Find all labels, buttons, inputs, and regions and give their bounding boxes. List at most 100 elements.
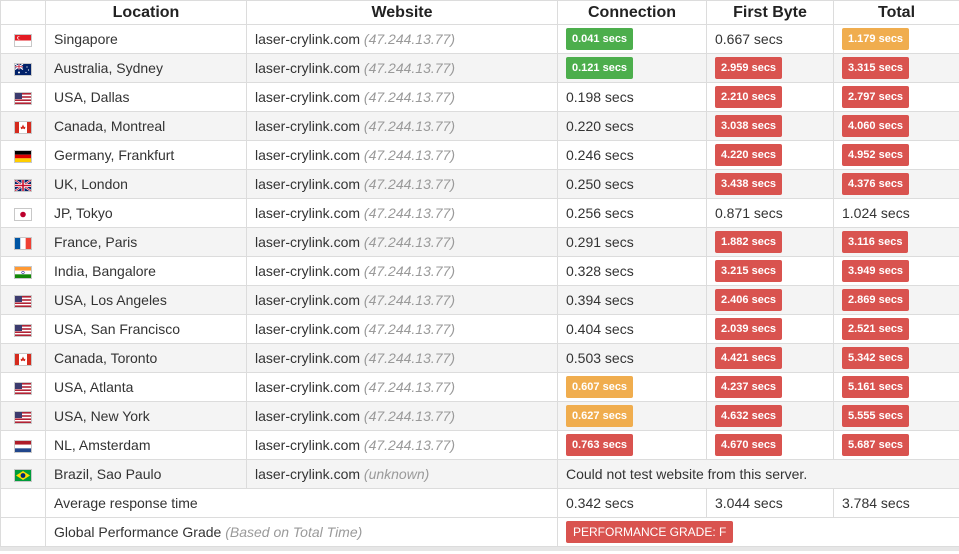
total-cell: 1.179 secs	[833, 24, 959, 54]
total-badge: 3.315 secs	[842, 57, 910, 79]
website-link[interactable]: laser-crylink.com	[255, 118, 360, 134]
website-link[interactable]: laser-crylink.com	[255, 205, 360, 221]
table-row: NL, Amsterdam laser-crylink.com (47.244.1…	[0, 430, 959, 460]
average-total: 3.784 secs	[833, 488, 959, 518]
usa-flag-icon	[15, 296, 31, 307]
website-cell: laser-crylink.com (47.244.13.77)	[246, 111, 558, 141]
first-byte-cell: 4.220 secs	[706, 140, 834, 170]
flag-cell	[0, 53, 46, 83]
location-cell: NL, Amsterdam	[45, 430, 247, 460]
grade-note: (Based on Total Time)	[225, 524, 363, 540]
website-cell: laser-crylink.com (47.244.13.77)	[246, 314, 558, 344]
average-first-byte: 3.044 secs	[706, 488, 834, 518]
connection-cell: 0.627 secs	[557, 401, 707, 431]
connection-badge: 0.627 secs	[566, 405, 634, 427]
flag-cell	[0, 169, 46, 199]
ip-address: (47.244.13.77)	[363, 118, 455, 134]
flag-cell	[0, 372, 46, 402]
usa-flag-icon	[15, 93, 31, 104]
total-cell: 5.342 secs	[833, 343, 959, 373]
website-cell: laser-crylink.com (47.244.13.77)	[246, 53, 558, 83]
total-cell: 3.315 secs	[833, 53, 959, 83]
website-link[interactable]: laser-crylink.com	[255, 408, 360, 424]
website-link[interactable]: laser-crylink.com	[255, 321, 360, 337]
empty-cell	[0, 488, 46, 518]
website-cell: laser-crylink.com (unknown)	[246, 459, 558, 489]
website-cell: laser-crylink.com (47.244.13.77)	[246, 24, 558, 54]
total-cell: 5.161 secs	[833, 372, 959, 402]
table-row: USA, San Francisco laser-crylink.com (47.…	[0, 314, 959, 344]
flag-cell	[0, 285, 46, 315]
website-link[interactable]: laser-crylink.com	[255, 89, 360, 105]
website-cell: laser-crylink.com (47.244.13.77)	[246, 140, 558, 170]
table-row: USA, Dallas laser-crylink.com (47.244.13.…	[0, 82, 959, 112]
flag-cell	[0, 140, 46, 170]
website-cell: laser-crylink.com (47.244.13.77)	[246, 198, 558, 228]
flag-cell	[0, 198, 46, 228]
average-row: Average response time 0.342 secs 3.044 s…	[0, 488, 959, 518]
total-badge: 2.869 secs	[842, 289, 910, 311]
website-link[interactable]: laser-crylink.com	[255, 263, 360, 279]
location-cell: USA, Dallas	[45, 82, 247, 112]
location-cell: JP, Tokyo	[45, 198, 247, 228]
uk-flag-icon	[15, 180, 31, 191]
connection-badge: 0.763 secs	[566, 434, 634, 456]
location-cell: USA, Los Angeles	[45, 285, 247, 315]
total-badge: 4.060 secs	[842, 115, 910, 137]
website-link[interactable]: laser-crylink.com	[255, 379, 360, 395]
flag-cell	[0, 343, 46, 373]
netherlands-flag-icon	[15, 441, 31, 452]
total-badge: 5.687 secs	[842, 434, 910, 456]
first-byte-cell: 2.210 secs	[706, 82, 834, 112]
website-link[interactable]: laser-crylink.com	[255, 466, 360, 482]
total-cell: 2.869 secs	[833, 285, 959, 315]
table-row: Canada, Montreal laser-crylink.com (47.24…	[0, 111, 959, 141]
flag-column-header	[0, 0, 46, 25]
india-flag-icon	[15, 267, 31, 278]
results-table: Location Website Connection First Byte T…	[0, 0, 959, 547]
first-byte-cell: 3.438 secs	[706, 169, 834, 199]
total-badge: 4.376 secs	[842, 173, 910, 195]
table-row: USA, Los Angeles laser-crylink.com (47.24…	[0, 285, 959, 315]
total-column-header: Total	[833, 0, 959, 25]
website-link[interactable]: laser-crylink.com	[255, 350, 360, 366]
website-link[interactable]: laser-crylink.com	[255, 437, 360, 453]
first-byte-badge: 2.039 secs	[715, 318, 783, 340]
flag-cell	[0, 111, 46, 141]
table-row: Australia, Sydney laser-crylink.com (47.2…	[0, 53, 959, 83]
empty-cell	[0, 517, 46, 547]
first-byte-cell: 4.632 secs	[706, 401, 834, 431]
connection-cell: 0.250 secs	[557, 169, 707, 199]
table-row: Germany, Frankfurt laser-crylink.com (47.…	[0, 140, 959, 170]
first-byte-cell: 1.882 secs	[706, 227, 834, 257]
website-link[interactable]: laser-crylink.com	[255, 31, 360, 47]
connection-cell: 0.607 secs	[557, 372, 707, 402]
flag-cell	[0, 24, 46, 54]
website-link[interactable]: laser-crylink.com	[255, 60, 360, 76]
website-link[interactable]: laser-crylink.com	[255, 234, 360, 250]
connection-cell: 0.246 secs	[557, 140, 707, 170]
total-cell: 2.797 secs	[833, 82, 959, 112]
table-row: India, Bangalore laser-crylink.com (47.24…	[0, 256, 959, 286]
ip-address: (47.244.13.77)	[363, 292, 455, 308]
total-cell: 5.687 secs	[833, 430, 959, 460]
ip-address: (47.244.13.77)	[363, 379, 455, 395]
brazil-flag-icon	[15, 470, 31, 481]
website-link[interactable]: laser-crylink.com	[255, 147, 360, 163]
flag-cell	[0, 314, 46, 344]
ip-address: (47.244.13.77)	[363, 31, 455, 47]
first-byte-badge: 2.959 secs	[715, 57, 783, 79]
location-cell: UK, London	[45, 169, 247, 199]
website-link[interactable]: laser-crylink.com	[255, 292, 360, 308]
flag-cell	[0, 227, 46, 257]
canada-flag-icon	[15, 122, 31, 133]
location-cell: Australia, Sydney	[45, 53, 247, 83]
location-cell: Singapore	[45, 24, 247, 54]
grade-label: Global Performance Grade	[54, 524, 222, 540]
japan-flag-icon	[15, 209, 31, 220]
total-cell: 5.555 secs	[833, 401, 959, 431]
first-byte-cell: 2.959 secs	[706, 53, 834, 83]
total-cell: 4.952 secs	[833, 140, 959, 170]
ip-address: (47.244.13.77)	[363, 408, 455, 424]
website-link[interactable]: laser-crylink.com	[255, 176, 360, 192]
